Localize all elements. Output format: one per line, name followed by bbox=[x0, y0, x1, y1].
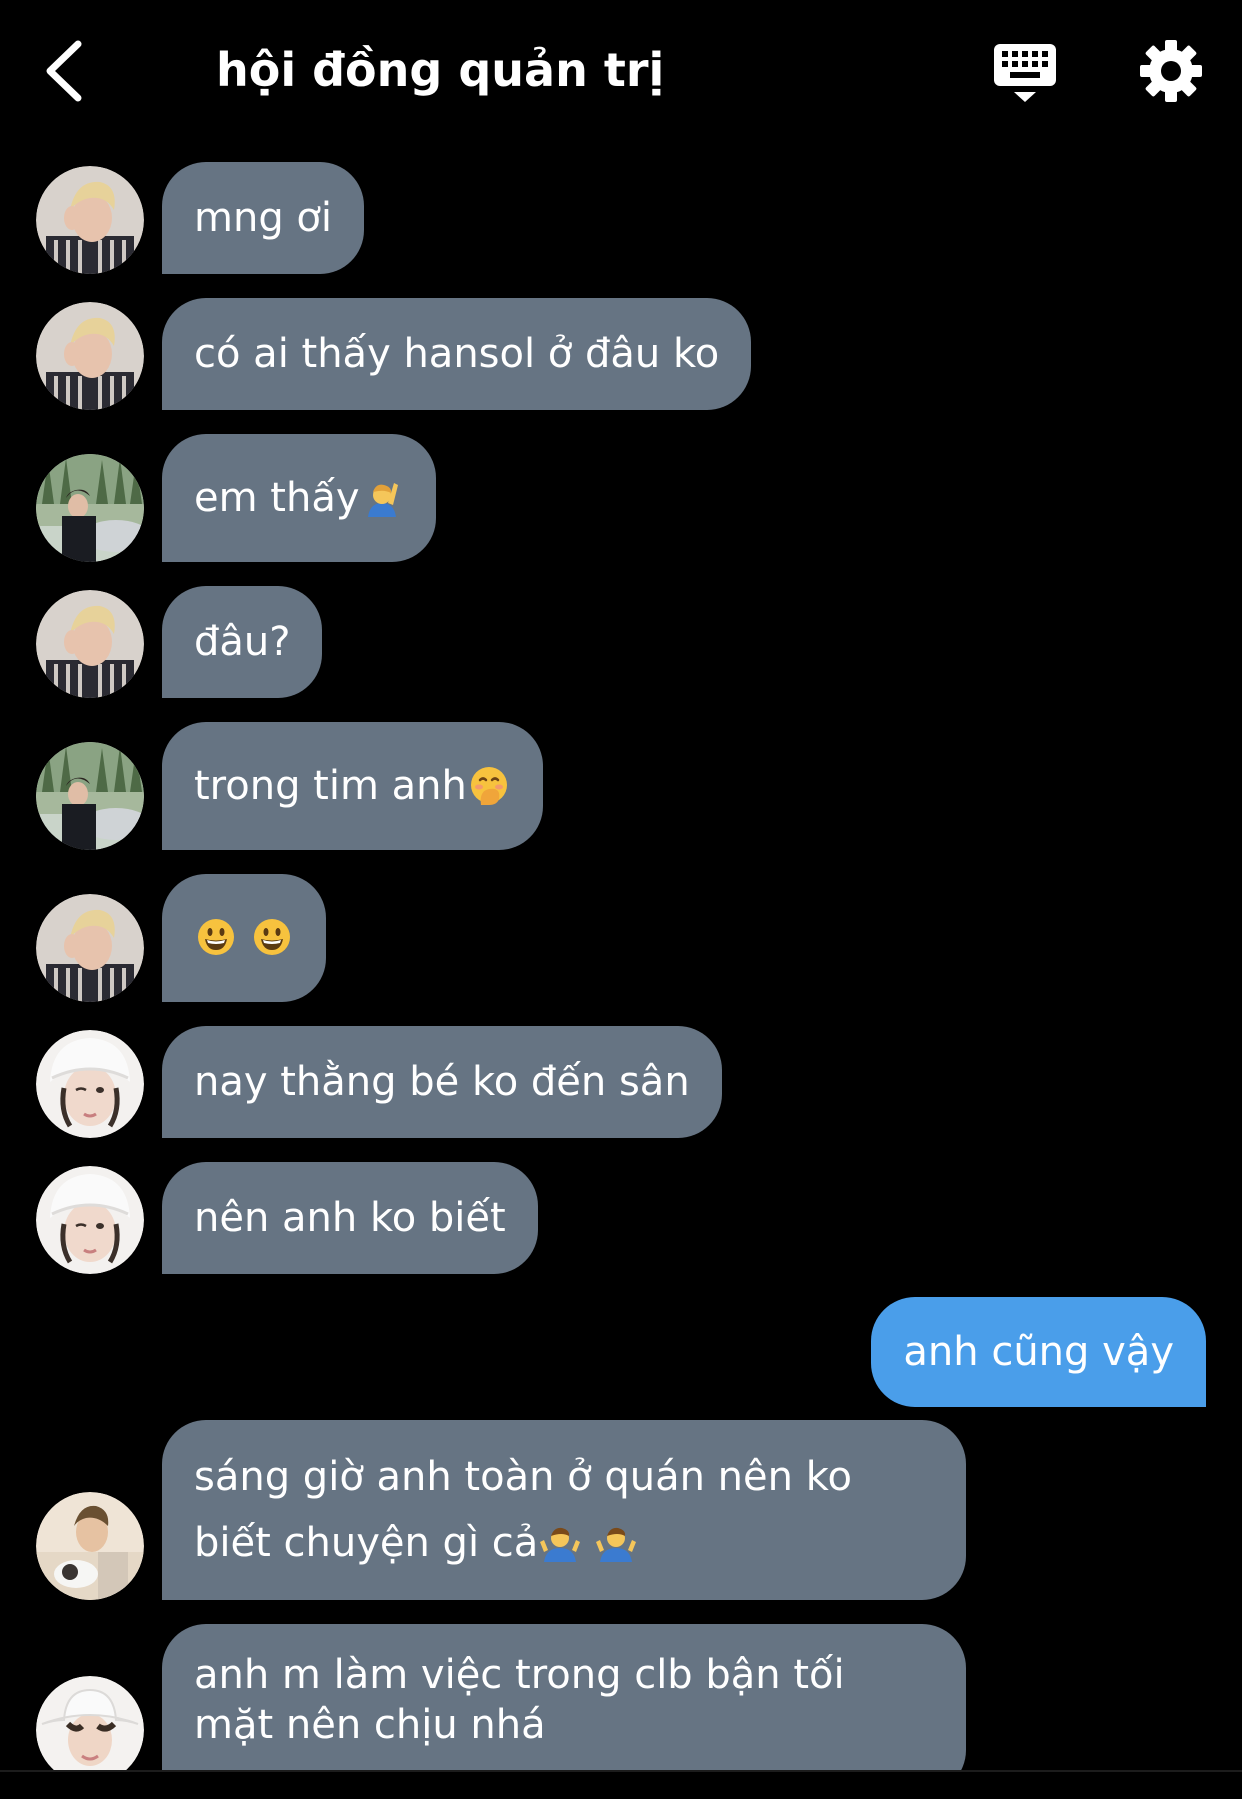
message-text: nên anh ko biết bbox=[194, 1195, 506, 1241]
message-text: anh m làm việc trong clb bận tối mặt nên… bbox=[194, 1652, 845, 1748]
grinning-face-emoji bbox=[254, 919, 290, 955]
avatar-cat[interactable] bbox=[36, 1492, 144, 1600]
message-row: mng ơi bbox=[0, 162, 1242, 274]
message-bubble[interactable]: đâu? bbox=[162, 586, 323, 698]
message-text: nay thằng bé ko đến sân bbox=[194, 1059, 690, 1105]
avatar-car[interactable] bbox=[36, 742, 144, 850]
avatar-blond[interactable] bbox=[36, 590, 144, 698]
man-shrugging-emoji bbox=[596, 1527, 637, 1562]
message-text: mng ơi bbox=[194, 195, 333, 241]
chevron-left-icon bbox=[46, 40, 82, 102]
message-bubble[interactable]: nay thằng bé ko đến sân bbox=[162, 1026, 722, 1138]
message-row: nên anh ko biết bbox=[0, 1162, 1242, 1274]
message-bubble[interactable]: có ai thấy hansol ở đâu ko bbox=[162, 298, 752, 410]
message-text: anh cũng vậy bbox=[903, 1329, 1174, 1375]
avatar-blond[interactable] bbox=[36, 894, 144, 1002]
message-row bbox=[0, 874, 1242, 1002]
message-row: đâu? bbox=[0, 586, 1242, 698]
message-row: em thấy bbox=[0, 434, 1242, 562]
message-text: em thấy bbox=[194, 475, 360, 521]
message-row: nay thằng bé ko đến sân bbox=[0, 1026, 1242, 1138]
message-row: sáng giờ anh toàn ở quán nên ko biết chu… bbox=[0, 1420, 1242, 1600]
message-text: đâu? bbox=[194, 619, 291, 665]
message-text: có ai thấy hansol ở đâu ko bbox=[194, 331, 720, 377]
keyboard-icon bbox=[994, 44, 1056, 102]
settings-button[interactable] bbox=[1138, 38, 1204, 104]
message-bubble[interactable]: mng ơi bbox=[162, 162, 365, 274]
avatar-bucket-hat[interactable] bbox=[36, 1676, 144, 1770]
avatar-blond[interactable] bbox=[36, 302, 144, 410]
message-row: trong tim anh bbox=[0, 722, 1242, 850]
avatar-beanie[interactable] bbox=[36, 1030, 144, 1138]
gear-icon bbox=[1140, 40, 1202, 102]
message-row: anh cũng vậy bbox=[0, 1297, 1242, 1407]
person-raising-hand-emoji bbox=[367, 483, 398, 517]
message-bubble[interactable] bbox=[162, 874, 326, 1002]
back-button[interactable] bbox=[40, 36, 96, 106]
man-shrugging-emoji bbox=[540, 1527, 581, 1562]
grinning-face-emoji bbox=[198, 919, 234, 955]
message-bubble[interactable]: sáng giờ anh toàn ở quán nên ko biết chu… bbox=[162, 1420, 966, 1600]
message-bubble[interactable]: em thấy bbox=[162, 434, 436, 562]
message-row: anh m làm việc trong clb bận tối mặt nên… bbox=[0, 1624, 1242, 1770]
message-bubble-own[interactable]: anh cũng vậy bbox=[871, 1297, 1206, 1407]
chat-title: hội đồng quản trị bbox=[216, 43, 665, 97]
keyboard-button[interactable] bbox=[990, 40, 1060, 106]
avatar-car[interactable] bbox=[36, 454, 144, 562]
message-bubble[interactable]: trong tim anh bbox=[162, 722, 543, 850]
avatar-blond[interactable] bbox=[36, 166, 144, 274]
message-text: sáng giờ anh toàn ở quán nên ko biết chu… bbox=[194, 1454, 852, 1566]
message-row: có ai thấy hansol ở đâu ko bbox=[0, 298, 1242, 410]
avatar-beanie[interactable] bbox=[36, 1166, 144, 1274]
chat-header: hội đồng quản trị bbox=[0, 0, 1242, 140]
face-with-hand-over-mouth-emoji bbox=[470, 767, 507, 805]
message-bubble[interactable]: anh m làm việc trong clb bận tối mặt nên… bbox=[162, 1624, 966, 1770]
message-text: trong tim anh bbox=[194, 763, 467, 809]
message-bubble[interactable]: nên anh ko biết bbox=[162, 1162, 538, 1274]
divider bbox=[0, 1770, 1242, 1772]
